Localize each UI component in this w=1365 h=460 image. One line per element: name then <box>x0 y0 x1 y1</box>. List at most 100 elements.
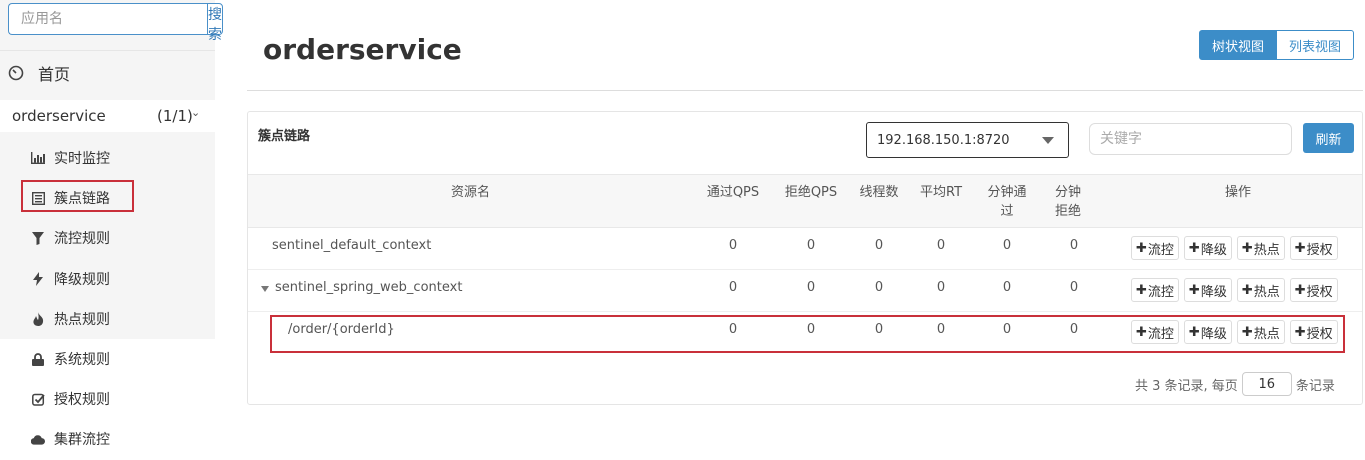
plus-icon: ✚ <box>1136 282 1147 298</box>
menu-label: 系统规则 <box>54 352 110 369</box>
threads: 0 <box>874 238 884 253</box>
pager-prefix: 共 3 条记录, 每页 <box>1135 378 1238 394</box>
menu-label: 流控规则 <box>54 231 110 248</box>
sidebar-item-hot-rules[interactable]: 热点规则 <box>0 299 215 339</box>
col-ops: 操作 <box>1224 185 1251 200</box>
check-icon <box>31 392 45 406</box>
minute-block: 0 <box>1069 280 1079 295</box>
highlight-box-row <box>270 315 1345 353</box>
plus-icon: ✚ <box>1241 282 1253 298</box>
add-degrade-rule-button[interactable]: ✚ 降级 <box>1183 278 1232 302</box>
cloud-icon <box>31 432 45 446</box>
page-title: orderservice <box>263 33 462 66</box>
search-button[interactable]: 搜索 <box>207 3 223 43</box>
table-row: sentinel_default_context 0 0 0 0 0 0 ✚ 流控… <box>248 228 1362 270</box>
pagination: 共 3 条记录, 每页 16 条记录 <box>1135 372 1335 396</box>
sidebar-item-realtime[interactable]: 实时监控 <box>0 138 215 178</box>
col-threads: 线程数 <box>859 185 899 200</box>
op-label: 流控 <box>1147 242 1174 258</box>
sidebar-item-flow-rules[interactable]: 流控规则 <box>0 218 215 258</box>
minute-pass: 0 <box>1002 280 1012 295</box>
plus-icon: ✚ <box>1188 240 1200 256</box>
add-auth-rule-button[interactable]: ✚ 授权 <box>1289 236 1338 260</box>
plus-icon: ✚ <box>1241 240 1253 256</box>
pass-qps: 0 <box>728 280 738 295</box>
menu-label: 集群流控 <box>54 432 110 449</box>
col-block-qps: 拒绝QPS <box>784 185 838 200</box>
app-instance-count: (1/1) <box>157 107 193 125</box>
op-label: 授权 <box>1306 284 1333 300</box>
avg-rt: 0 <box>936 238 946 253</box>
list-view-button[interactable]: 列表视图 <box>1277 30 1355 60</box>
tree-view-button[interactable]: 树状视图 <box>1199 30 1278 60</box>
avg-rt: 0 <box>936 280 946 295</box>
plus-icon: ✚ <box>1188 282 1200 298</box>
minute-block: 0 <box>1069 238 1079 253</box>
machine-select-value: 192.168.150.1:8720 <box>877 132 1010 148</box>
refresh-button[interactable]: 刷新 <box>1303 123 1354 153</box>
op-label: 流控 <box>1147 284 1174 300</box>
sidebar-item-auth-rules[interactable]: 授权规则 <box>0 379 215 420</box>
add-hot-rule-button[interactable]: ✚ 热点 <box>1236 236 1285 260</box>
sidebar: 搜索 首页 orderservice (1/1) ⌄ 实时监控 簇点链路 <box>0 0 223 460</box>
caret-down-icon[interactable] <box>261 286 269 292</box>
col-minute-block: 分钟拒绝 <box>1054 185 1081 219</box>
panel-title: 簇点链路 <box>258 129 311 144</box>
plus-icon: ✚ <box>1136 240 1147 256</box>
add-hot-rule-button[interactable]: ✚ 热点 <box>1236 278 1285 302</box>
row-actions: ✚ 流控 ✚ 降级 ✚ 热点 ✚ 授权 <box>1131 236 1338 260</box>
col-minute-pass: 分钟通过 <box>987 185 1027 219</box>
add-degrade-rule-button[interactable]: ✚ 降级 <box>1183 236 1232 260</box>
col-resource: 资源名 <box>450 185 490 200</box>
machine-select[interactable]: 192.168.150.1:8720 <box>866 122 1069 158</box>
table-header: 资源名 通过QPS 拒绝QPS 线程数 平均RT 分钟通过 分钟拒绝 操作 <box>248 174 1362 228</box>
add-auth-rule-button[interactable]: ✚ 授权 <box>1289 278 1338 302</box>
menu-label: 降级规则 <box>54 271 110 288</box>
threads: 0 <box>874 280 884 295</box>
app-search-input[interactable] <box>8 3 207 35</box>
bar-chart-icon <box>31 151 45 165</box>
resource-name: sentinel_default_context <box>272 238 432 253</box>
col-avg-rt: 平均RT <box>919 185 963 200</box>
dashboard-icon <box>8 65 24 81</box>
sidebar-home-label: 首页 <box>38 65 71 84</box>
sidebar-item-degrade-rules[interactable]: 降级规则 <box>0 259 215 299</box>
fire-icon <box>31 311 45 326</box>
pager-suffix: 条记录 <box>1295 378 1335 394</box>
app-search: 搜索 <box>8 3 223 43</box>
table-row: sentinel_spring_web_context 0 0 0 0 0 0 … <box>248 270 1362 312</box>
add-flow-rule-button[interactable]: ✚ 流控 <box>1131 236 1179 260</box>
add-flow-rule-button[interactable]: ✚ 流控 <box>1131 278 1179 302</box>
sidebar-item-cluster-flow[interactable]: 集群流控 <box>0 419 215 460</box>
flash-icon <box>31 271 45 286</box>
menu-label: 热点规则 <box>54 311 110 328</box>
caret-down-icon <box>1042 137 1054 144</box>
title-divider <box>247 90 1363 91</box>
highlight-box-menu <box>21 180 134 212</box>
block-qps: 0 <box>806 280 816 295</box>
page-size-input[interactable]: 16 <box>1241 372 1292 396</box>
sidebar-item-system-rules[interactable]: 系统规则 <box>0 338 215 380</box>
col-pass-qps: 通过QPS <box>706 185 760 200</box>
op-label: 授权 <box>1306 242 1333 258</box>
plus-icon: ✚ <box>1294 282 1306 298</box>
app-item-orderservice[interactable]: orderservice (1/1) ⌄ <box>0 100 215 132</box>
menu-label: 实时监控 <box>54 151 110 168</box>
lock-icon <box>31 352 45 366</box>
plus-icon: ✚ <box>1294 240 1306 256</box>
pass-qps: 0 <box>728 238 738 253</box>
chevron-down-icon: ⌄ <box>191 106 201 119</box>
op-label: 热点 <box>1253 242 1280 258</box>
resource-panel: 簇点链路 192.168.150.1:8720 刷新 资源名 通过QPS 拒绝Q… <box>247 111 1363 405</box>
row-actions: ✚ 流控 ✚ 降级 ✚ 热点 ✚ 授权 <box>1131 278 1338 302</box>
keyword-input[interactable] <box>1089 123 1292 155</box>
minute-pass: 0 <box>1002 238 1012 253</box>
app-name: orderservice <box>12 107 106 125</box>
resource-name: sentinel_spring_web_context <box>275 280 463 295</box>
op-label: 热点 <box>1253 284 1280 300</box>
sidebar-item-home[interactable]: 首页 <box>8 60 70 86</box>
filter-icon <box>31 231 45 245</box>
sidebar-divider <box>0 50 215 51</box>
op-label: 降级 <box>1200 242 1227 258</box>
op-label: 降级 <box>1200 284 1227 300</box>
